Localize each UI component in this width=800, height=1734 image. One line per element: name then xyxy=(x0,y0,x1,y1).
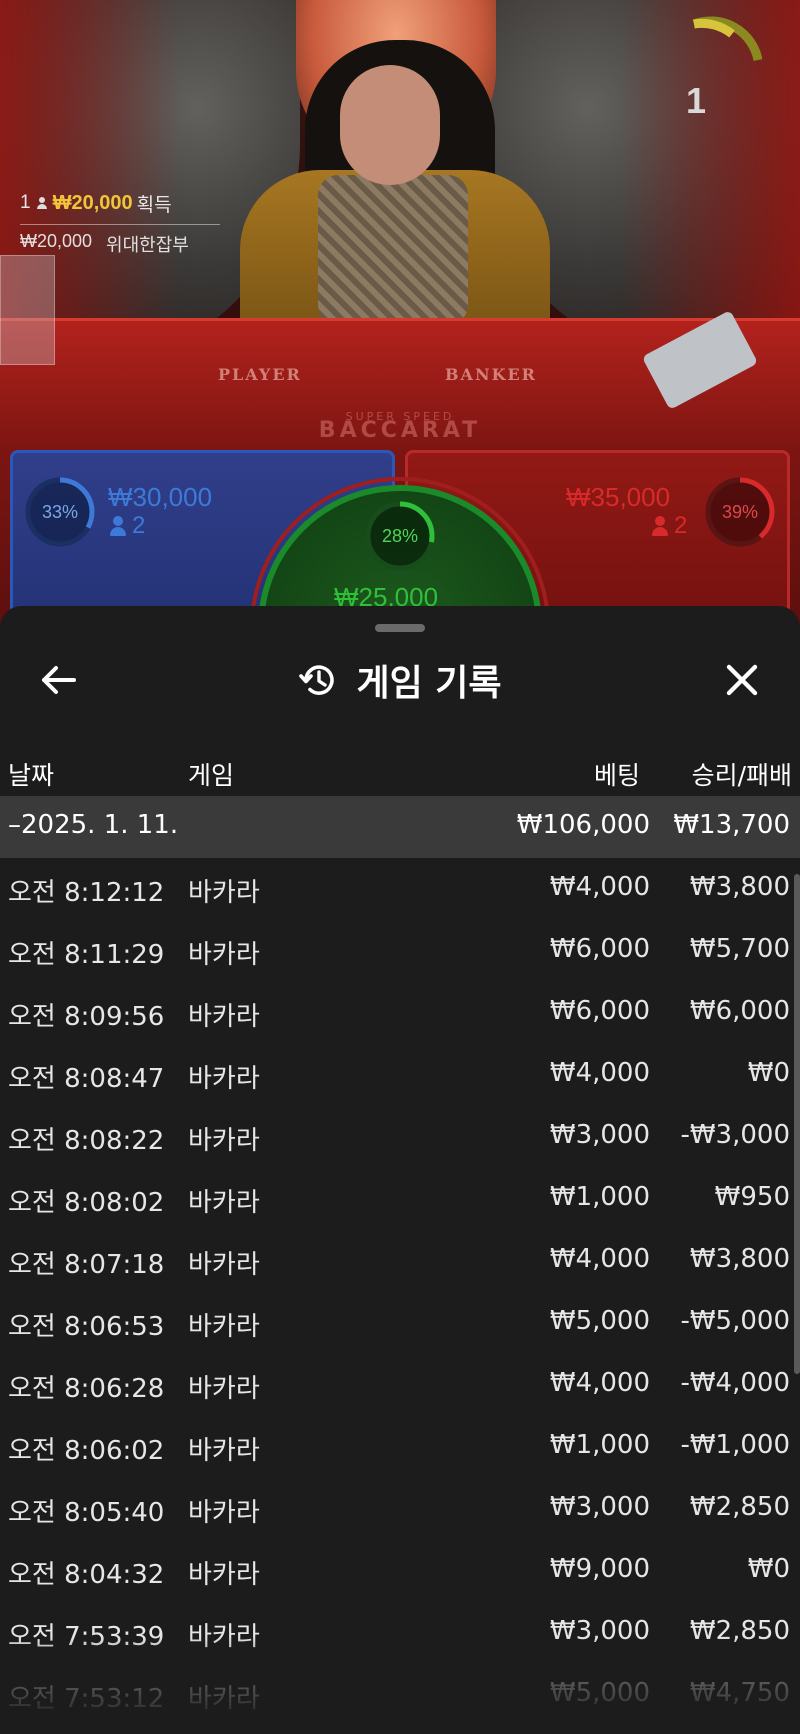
close-icon xyxy=(726,664,758,696)
history-table: –2025. 1. 11. ₩106,000 ₩13,700 오전 8:12:1… xyxy=(0,796,800,1734)
player-total-amount: ₩30,000 xyxy=(108,482,213,512)
table-logo: SUPER SPEED BACCARAT xyxy=(318,410,482,443)
countdown-timer-arc xyxy=(692,16,762,62)
divider xyxy=(20,224,220,225)
sheet-header: 게임 기록 xyxy=(0,642,800,718)
column-header-date[interactable]: 날짜 xyxy=(8,756,54,792)
table-row[interactable]: 오전 8:06:28 바카라 ₩4,000 -₩4,000 xyxy=(0,1354,790,1416)
win-amount: ₩20,000 xyxy=(52,191,133,214)
close-button[interactable] xyxy=(714,654,770,706)
tie-percent: 28% xyxy=(381,525,419,546)
column-header-bet[interactable]: 베팅 xyxy=(594,756,640,792)
date-group-row[interactable]: –2025. 1. 11. ₩106,000 ₩13,700 xyxy=(0,796,800,858)
table-row[interactable]: 오전 7:53:39 바카라 ₩3,000 ₩2,850 xyxy=(0,1602,790,1664)
table-row[interactable]: 오전 8:09:56 바카라 ₩6,000 ₩6,000 xyxy=(0,982,790,1044)
table-row[interactable]: 오전 8:06:53 바카라 ₩5,000 -₩5,000 xyxy=(0,1292,790,1354)
table-row[interactable]: 오전 8:08:47 바카라 ₩4,000 ₩0 xyxy=(0,1044,790,1106)
person-icon xyxy=(36,196,48,210)
history-icon xyxy=(299,665,335,695)
jackpot-player-name: 위대한잡부 xyxy=(106,235,189,255)
player-bettor-count: 2 xyxy=(110,512,145,540)
table-row[interactable]: 오전 8:11:29 바카라 ₩6,000 ₩5,700 xyxy=(0,920,790,982)
win-label: 획득 xyxy=(136,194,172,216)
table-player-word: PLAYER xyxy=(218,365,302,384)
jackpot-amount: ₩20,000 xyxy=(20,231,93,251)
banker-bettor-count: 2 xyxy=(652,512,687,540)
table-banker-word: BANKER xyxy=(445,365,537,384)
game-history-sheet: 게임 기록 날짜 게임 베팅 승리/패배 –2025. 1. 11. ₩106,… xyxy=(0,606,800,1734)
table-row[interactable]: 오전 8:05:40 바카라 ₩3,000 ₩2,850 xyxy=(0,1478,790,1540)
table-row[interactable]: 오전 8:04:32 바카라 ₩9,000 ₩0 xyxy=(0,1540,790,1602)
banker-percent: 39% xyxy=(721,501,759,522)
countdown-timer-value: 1 xyxy=(685,80,707,121)
column-header-result[interactable]: 승리/패배 xyxy=(692,756,792,792)
drag-handle[interactable] xyxy=(375,624,425,632)
column-header-game[interactable]: 게임 xyxy=(188,756,234,792)
winner-count: 1 xyxy=(20,192,31,213)
date-group-label: –2025. 1. 11. xyxy=(8,810,179,840)
card-shoe xyxy=(0,255,55,365)
table-row[interactable]: 오전 8:12:12 바카라 ₩4,000 ₩3,800 xyxy=(0,858,790,920)
scrollbar[interactable] xyxy=(794,874,800,1374)
win-info-panel: 1 ₩20,000 획득 ₩20,000 위대한잡부 xyxy=(20,190,220,257)
date-group-bet-total: ₩106,000 xyxy=(516,810,650,840)
table-row[interactable]: 오전 7:53:12 바카라 ₩5,000 ₩4,750 xyxy=(0,1664,790,1726)
user-icon xyxy=(652,516,668,536)
player-percent: 33% xyxy=(41,501,79,522)
table-header: 날짜 게임 베팅 승리/패배 xyxy=(0,744,800,800)
table-row[interactable]: 오전 8:07:18 바카라 ₩4,000 ₩3,800 xyxy=(0,1230,790,1292)
user-icon xyxy=(110,516,126,536)
sheet-title: 게임 기록 xyxy=(356,663,502,704)
table-row[interactable]: 오전 8:08:22 바카라 ₩3,000 -₩3,000 xyxy=(0,1106,790,1168)
table-row[interactable]: 오전 8:06:02 바카라 ₩1,000 -₩1,000 xyxy=(0,1416,790,1478)
table-row[interactable]: 오전 8:08:02 바카라 ₩1,000 ₩950 xyxy=(0,1168,790,1230)
date-group-result-total: ₩13,700 xyxy=(673,810,790,840)
banker-total-amount: ₩35,000 xyxy=(566,482,671,512)
